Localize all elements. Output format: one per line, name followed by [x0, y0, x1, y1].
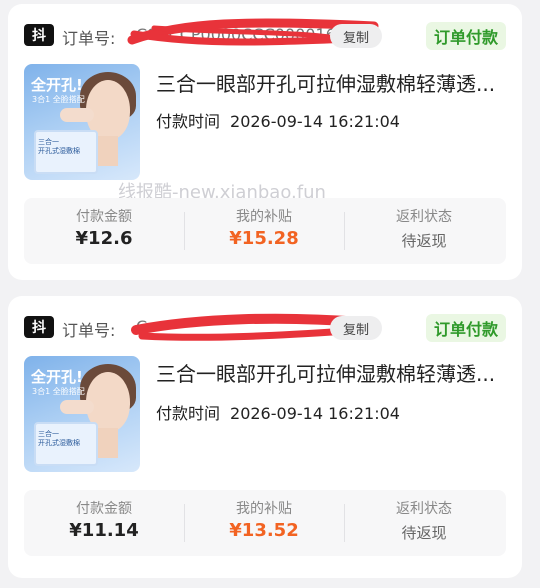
order-card[interactable]: 抖 订单号: C9CCCP0000CCC00001600 复制 订单付款 三合一… — [8, 4, 522, 280]
payment-time-label: 付款时间 — [156, 112, 221, 131]
subsidy-label: 我的补贴 — [236, 501, 292, 517]
thumbnail-title: 全开孔! — [31, 76, 83, 94]
amount-value: ¥11.14 — [69, 520, 139, 541]
stat-amount: 付款金额 ¥11.14 — [24, 490, 184, 556]
copy-button[interactable]: 复制 — [330, 316, 382, 340]
status-badge: 订单付款 — [425, 22, 506, 50]
stat-rebate: 返利状态 待返现 — [344, 198, 504, 264]
thumbnail-subtitle: 3合1 全脸搭配 — [32, 387, 85, 396]
stat-subsidy: 我的补贴 ¥15.28 — [184, 198, 344, 264]
order-stats: 付款金额 ¥12.6 我的补贴 ¥15.28 返利状态 待返现 — [24, 198, 506, 264]
order-card[interactable]: 抖 订单号: C 复制 订单付款 三合一 开孔式湿敷棉 全开孔! 3合1 全脸搭… — [8, 296, 522, 578]
order-stats: 付款金额 ¥11.14 我的补贴 ¥13.52 返利状态 待返现 — [24, 490, 506, 556]
stat-amount: 付款金额 ¥12.6 — [24, 198, 184, 264]
stat-subsidy: 我的补贴 ¥13.52 — [184, 490, 344, 556]
payment-time-label: 付款时间 — [156, 404, 221, 423]
douyin-badge-icon: 抖 — [24, 24, 54, 46]
payment-time-value: 2026-09-14 16:21:04 — [230, 112, 400, 131]
rebate-status: 待返现 — [401, 232, 447, 250]
rebate-label: 返利状态 — [396, 209, 452, 225]
model-neck — [98, 136, 118, 166]
amount-value: ¥12.6 — [75, 228, 133, 249]
model-neck — [98, 428, 118, 458]
model-hand — [60, 400, 94, 414]
product-title[interactable]: 三合一眼部开孔可拉伸湿敷棉轻薄透... — [156, 68, 508, 97]
order-number-value: C9CCCP0000CCC00001600 — [136, 25, 357, 44]
payment-time-row: 付款时间 2026-09-14 16:21:04 — [156, 400, 400, 424]
product-thumbnail[interactable]: 三合一 开孔式湿敷棉 全开孔! 3合1 全脸搭配 — [24, 64, 140, 180]
payment-time-value: 2026-09-14 16:21:04 — [230, 404, 400, 423]
subsidy-value: ¥15.28 — [229, 228, 299, 249]
rebate-label: 返利状态 — [396, 501, 452, 517]
copy-button[interactable]: 复制 — [330, 24, 382, 48]
subsidy-value: ¥13.52 — [229, 520, 299, 541]
stat-rebate: 返利状态 待返现 — [344, 490, 504, 556]
rebate-status: 待返现 — [401, 524, 447, 542]
order-header: 抖 订单号: C 复制 订单付款 — [24, 310, 506, 342]
thumbnail-title: 全开孔! — [31, 368, 83, 386]
package-text: 三合一 开孔式湿敷棉 — [38, 430, 80, 447]
order-number-label: 订单号: — [62, 321, 116, 340]
douyin-badge-icon: 抖 — [24, 316, 54, 338]
product-thumbnail[interactable]: 三合一 开孔式湿敷棉 全开孔! 3合1 全脸搭配 — [24, 356, 140, 472]
amount-label: 付款金额 — [76, 209, 132, 225]
order-number-value: C — [136, 317, 148, 336]
status-badge: 订单付款 — [425, 314, 506, 342]
amount-label: 付款金额 — [76, 501, 132, 517]
thumbnail-subtitle: 3合1 全脸搭配 — [32, 95, 85, 104]
product-title[interactable]: 三合一眼部开孔可拉伸湿敷棉轻薄透... — [156, 358, 508, 387]
payment-time-row: 付款时间 2026-09-14 16:21:04 — [156, 108, 400, 132]
order-number-label: 订单号: — [62, 29, 116, 48]
subsidy-label: 我的补贴 — [236, 209, 292, 225]
package-text: 三合一 开孔式湿敷棉 — [38, 138, 80, 155]
model-hand — [60, 108, 94, 122]
order-header: 抖 订单号: C9CCCP0000CCC00001600 复制 订单付款 — [24, 18, 506, 50]
